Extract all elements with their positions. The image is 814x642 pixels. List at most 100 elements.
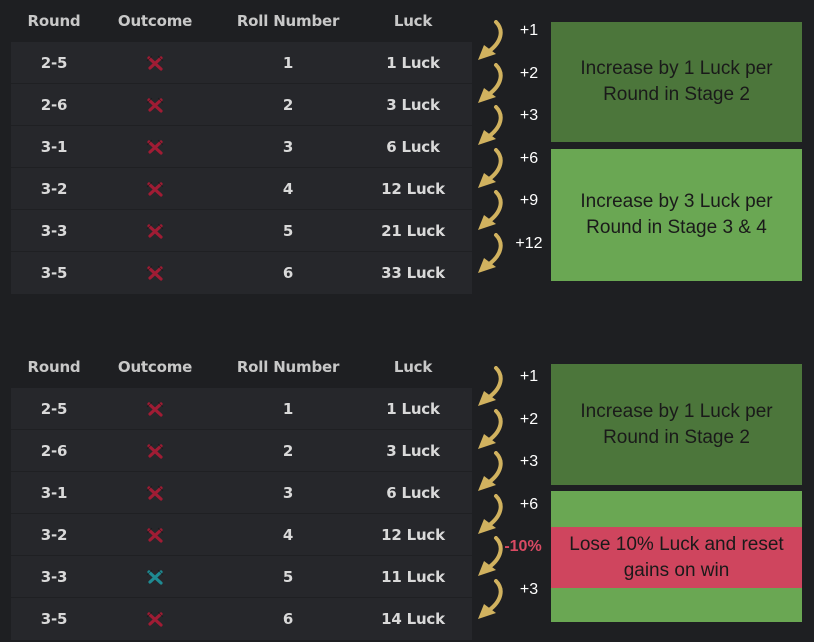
increment-step: +2 [470, 408, 550, 451]
cell-luck: 12 Luck [381, 525, 445, 544]
increment-step: +9 [470, 190, 550, 232]
increment-label: +2 [519, 410, 539, 428]
curved-arrow-icon [474, 366, 508, 408]
cell-outcome [97, 264, 213, 283]
cell-roll-number: 6 [282, 610, 294, 628]
cell-roll-number: 2 [282, 441, 294, 460]
curved-arrow-icon [474, 578, 508, 621]
curved-arrow-icon [474, 190, 508, 232]
increment-label: +2 [519, 64, 539, 82]
cell-round: 3-1 [40, 483, 68, 502]
cell-roll-number: 2 [282, 95, 294, 114]
cell-round: 2-6 [40, 441, 68, 460]
cell-round: 3-3 [40, 567, 68, 586]
crossed-swords-loss-icon [145, 400, 165, 418]
cell-luck: 3 Luck [386, 95, 440, 114]
increment-label: +12 [515, 234, 543, 252]
cell-round: 3-2 [40, 179, 68, 198]
increment-step: +1 [470, 20, 550, 62]
cell-outcome [97, 53, 213, 72]
curved-arrow-icon [474, 105, 508, 147]
table-row: 2-6 2 3 Luck [11, 84, 472, 126]
crossed-swords-loss-icon [145, 180, 165, 198]
cell-outcome [97, 483, 213, 502]
curved-arrow-icon [474, 20, 508, 62]
note-stage-2: Increase by 1 Luck per Round in Stage 2 [551, 22, 802, 142]
cell-round: 3-5 [40, 264, 68, 282]
cell-outcome [97, 137, 213, 156]
cell-outcome [97, 441, 213, 460]
cell-round: 3-3 [40, 221, 68, 240]
cell-luck: 1 Luck [386, 53, 440, 72]
increment-label: +6 [519, 495, 539, 513]
curved-arrow-icon [474, 451, 508, 493]
curved-arrow-icon [474, 62, 508, 105]
table-row: 3-3 5 21 Luck [11, 210, 472, 252]
crossed-swords-loss-icon [145, 442, 165, 460]
note-text: Increase by 1 Luck per Round in Stage 2 [580, 58, 773, 105]
table-header: Round Outcome Roll Number Luck [11, 0, 472, 42]
curved-arrow-icon [474, 408, 508, 451]
cell-outcome [97, 567, 213, 586]
crossed-swords-win-icon [145, 568, 165, 586]
table-row: 3-2 4 12 Luck [11, 514, 472, 556]
cell-roll-number: 5 [282, 221, 294, 240]
crossed-swords-loss-icon [145, 222, 165, 240]
cell-outcome [97, 610, 213, 629]
increment-label: -10% [504, 538, 542, 555]
increment-label: +3 [519, 107, 539, 124]
table-header: Round Outcome Roll Number Luck [11, 346, 472, 388]
table-row: 3-5 6 14 Luck [11, 598, 472, 640]
cell-luck: 6 Luck [386, 137, 440, 156]
note-stage-2: Increase by 1 Luck per Round in Stage 2 [551, 364, 802, 485]
header-outcome: Outcome [117, 358, 193, 376]
header-luck: Luck [393, 12, 433, 30]
luck-table-2: Round Outcome Roll Number Luck 2-5 1 1 Luc… [11, 346, 472, 640]
header-outcome: Outcome [117, 12, 193, 30]
increment-label: +1 [519, 368, 539, 385]
table-row: 3-3 5 11 Luck [11, 556, 472, 598]
cell-outcome [97, 221, 213, 240]
crossed-swords-loss-icon [145, 526, 165, 544]
cell-outcome [97, 525, 213, 544]
increment-label: +6 [519, 149, 539, 167]
header-round: Round [27, 12, 81, 30]
cell-luck: 33 Luck [381, 264, 445, 282]
cell-luck: 6 Luck [386, 483, 440, 502]
header-roll-number: Roll Number [236, 12, 340, 30]
increment-label: +9 [519, 192, 539, 209]
increment-step: +6 [470, 493, 550, 536]
cell-outcome [97, 179, 213, 198]
note-lose-on-win: Lose 10% Luck and reset gains on win [551, 527, 802, 588]
increment-label: +3 [519, 580, 539, 598]
increment-step: +1 [470, 366, 550, 408]
table-row: 2-5 1 1 Luck [11, 42, 472, 84]
cell-luck: 14 Luck [381, 610, 445, 628]
increment-step: +2 [470, 62, 550, 105]
cell-outcome [97, 399, 213, 418]
table-row: 3-5 6 33 Luck [11, 252, 472, 294]
cell-round: 2-6 [40, 95, 68, 114]
note-text: Lose 10% Luck and reset gains on win [569, 533, 784, 581]
table-row: 2-5 1 1 Luck [11, 388, 472, 430]
increment-step: +3 [470, 105, 550, 147]
header-roll-number: Roll Number [236, 358, 340, 376]
cell-roll-number: 5 [282, 567, 294, 586]
increment-label: +3 [519, 453, 539, 470]
curved-arrow-icon [474, 493, 508, 536]
cell-roll-number: 3 [282, 137, 294, 156]
table-row: 2-6 2 3 Luck [11, 430, 472, 472]
cell-luck: 3 Luck [386, 441, 440, 460]
cell-roll-number: 3 [282, 483, 294, 502]
cell-roll-number: 4 [282, 525, 294, 544]
table-row: 3-1 3 6 Luck [11, 472, 472, 514]
note-text: Increase by 1 Luck per Round in Stage 2 [580, 400, 773, 448]
cell-round: 3-5 [40, 610, 68, 628]
cell-luck: 12 Luck [381, 179, 445, 198]
header-round: Round [27, 358, 81, 376]
curved-arrow-icon [474, 147, 508, 190]
note-text: Increase by 3 Luck per Round in Stage 3 … [580, 191, 773, 238]
cell-round: 2-5 [40, 53, 68, 72]
crossed-swords-loss-icon [145, 264, 165, 282]
header-luck: Luck [393, 358, 433, 376]
